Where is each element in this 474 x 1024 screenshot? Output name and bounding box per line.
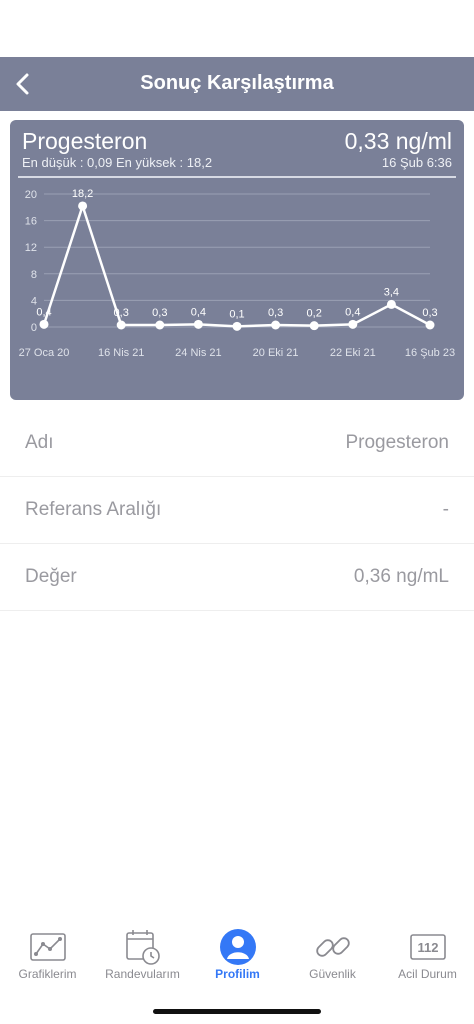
tab-bar: Grafiklerim Randevularım Profilim Güvenl… — [0, 915, 474, 995]
data-point — [271, 320, 281, 330]
tab-label: Güvenlik — [309, 967, 356, 981]
data-label: 0,1 — [229, 308, 244, 320]
line-chart[interactable]: 0481216200,418,20,3 0,3 0,4 0,1 0,3 0,2 0,43,4… — [10, 120, 464, 400]
data-point — [309, 321, 319, 331]
emergency-112-icon: 112 — [410, 934, 446, 960]
tab-label: Randevularım — [105, 967, 180, 981]
data-label: 0,3 — [114, 307, 129, 319]
data-label: 3,4 — [384, 286, 399, 298]
detail-label: Değer — [25, 566, 77, 587]
data-label: 0,4 — [36, 306, 51, 318]
detail-row-value: Değer 0,36 ng/mL — [0, 544, 474, 611]
data-point — [193, 319, 203, 329]
y-tick-label: 12 — [25, 242, 37, 254]
page-title: Sonuç Karşılaştırma — [140, 72, 334, 94]
data-label: 0,4 — [191, 306, 206, 318]
svg-text:112: 112 — [418, 940, 439, 955]
y-tick-label: 16 — [25, 216, 37, 228]
result-chart-card: Progesteron 0,33 ng/ml En düşük : 0,09 E… — [10, 120, 464, 400]
tab-randevularim[interactable]: Randevularım — [95, 915, 190, 995]
navigation-bar: Sonuç Karşılaştırma — [0, 57, 474, 111]
tab-label: Grafiklerim — [18, 967, 77, 981]
data-label: 18,2 — [72, 188, 93, 200]
calendar-clock-icon — [126, 930, 160, 965]
data-point — [425, 320, 435, 330]
data-point — [232, 321, 242, 331]
detail-label: Referans Aralığı — [25, 499, 162, 520]
data-label: 0,4 — [345, 306, 360, 318]
data-point — [348, 319, 358, 329]
data-point — [155, 320, 165, 330]
link-icon — [316, 937, 350, 957]
detail-value: Progesteron — [345, 432, 449, 453]
tab-profilim[interactable]: Profilim — [190, 915, 285, 995]
detail-label: Adı — [25, 432, 54, 453]
line-chart-icon — [30, 933, 66, 961]
data-point — [386, 299, 396, 309]
x-tick-label: 16 Nis 21 — [98, 347, 144, 359]
data-label: 0,3 — [422, 307, 437, 319]
tab-label: Acil Durum — [398, 967, 457, 981]
detail-row-reference-range: Referans Aralığı - — [0, 477, 474, 544]
detail-value: - — [442, 499, 449, 520]
tab-grafiklerim[interactable]: Grafiklerim — [0, 915, 95, 995]
data-label: 0,3 — [152, 307, 167, 319]
y-tick-label: 20 — [25, 189, 37, 201]
tab-acil-durum[interactable]: 112 Acil Durum — [380, 915, 474, 995]
x-tick-label: 27 Oca 20 — [19, 347, 70, 359]
home-indicator — [153, 1009, 321, 1014]
data-label: 0,2 — [307, 308, 322, 320]
data-point — [116, 320, 126, 330]
data-point — [78, 201, 88, 211]
y-tick-label: 8 — [31, 269, 37, 281]
x-tick-label: 16 Şub 23 — [405, 347, 455, 359]
data-point — [39, 319, 49, 329]
tab-guvenlik[interactable]: Güvenlik — [285, 915, 380, 995]
tab-label: Profilim — [215, 967, 260, 981]
x-tick-label: 24 Nis 21 — [175, 347, 221, 359]
data-label: 0,3 — [268, 307, 283, 319]
detail-row-name: Adı Progesteron — [0, 410, 474, 477]
user-icon — [220, 929, 256, 965]
y-tick-label: 0 — [31, 322, 37, 334]
x-tick-label: 20 Eki 21 — [253, 347, 299, 359]
x-tick-label: 22 Eki 21 — [330, 347, 376, 359]
detail-value: 0,36 ng/mL — [353, 566, 449, 587]
